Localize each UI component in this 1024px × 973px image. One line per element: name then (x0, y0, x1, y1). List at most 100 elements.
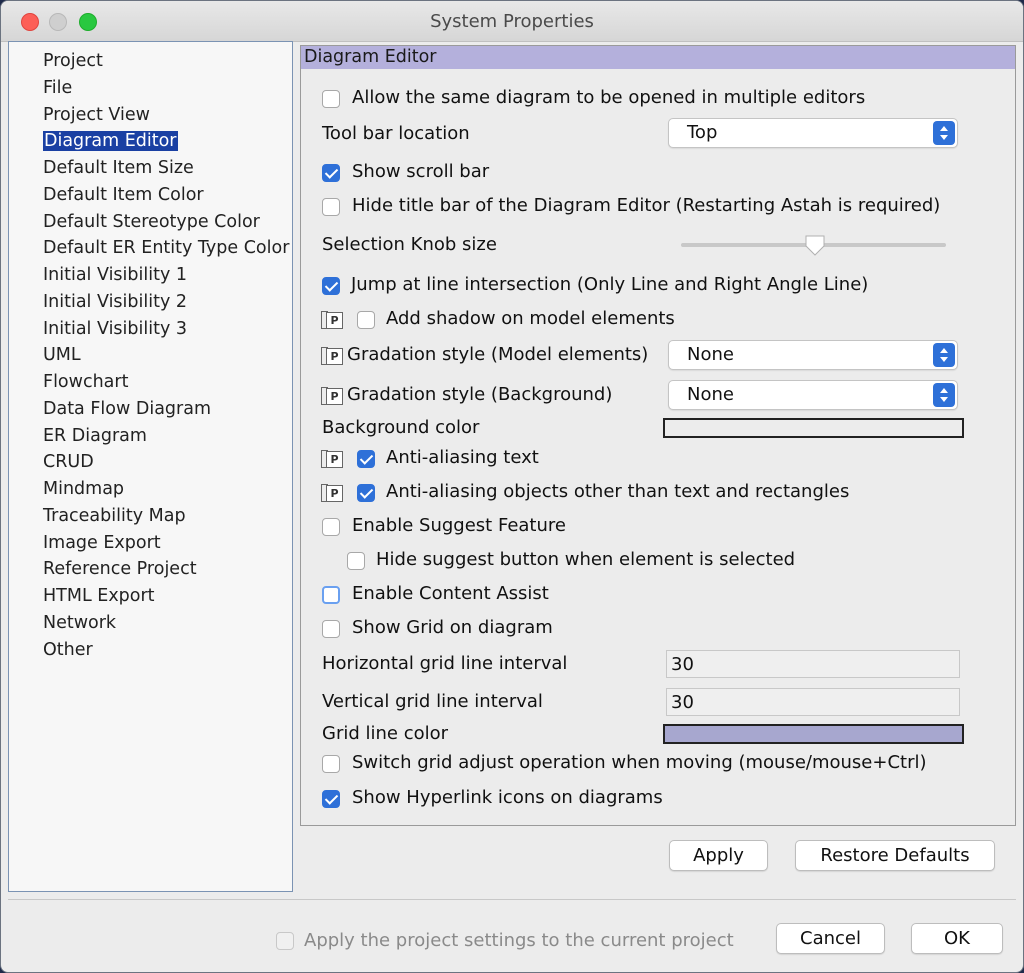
sidebar-item-label: Data Flow Diagram (43, 399, 211, 419)
sidebar-item-label: UML (43, 345, 81, 365)
sidebar-item-uml[interactable]: UML (9, 342, 292, 369)
sidebar-item-crud[interactable]: CRUD (9, 449, 292, 476)
project-setting-icon (321, 347, 343, 365)
sidebar-item-label: Network (43, 613, 116, 633)
footer-divider (8, 899, 1016, 900)
selection-knob-slider-thumb[interactable] (804, 234, 826, 256)
restore-defaults-button[interactable]: Restore Defaults (795, 840, 995, 871)
hide-title-bar-label: Hide title bar of the Diagram Editor (Re… (352, 195, 940, 216)
chevron-updown-icon (933, 383, 955, 407)
sidebar-item-other[interactable]: Other (9, 637, 292, 664)
apply-project-settings-label: Apply the project settings to the curren… (304, 930, 734, 951)
chevron-updown-icon (933, 343, 955, 367)
sidebar-item-image-export[interactable]: Image Export (9, 530, 292, 557)
anti-alias-objects-label: Anti-aliasing objects other than text an… (386, 481, 849, 502)
project-setting-icon (321, 450, 343, 468)
sidebar-item-label: Default ER Entity Type Color (43, 238, 289, 258)
allow-same-diagram-label: Allow the same diagram to be opened in m… (352, 87, 865, 108)
enable-suggest-checkbox[interactable] (322, 518, 340, 536)
jump-line-label: Jump at line intersection (Only Line and… (351, 274, 868, 295)
apply-project-settings-checkbox[interactable] (276, 932, 294, 950)
gradation-bg-value: None (687, 384, 734, 405)
v-grid-input[interactable] (667, 689, 959, 715)
sidebar-item-er-diagram[interactable]: ER Diagram (9, 423, 292, 450)
ok-button[interactable]: OK (911, 923, 1003, 954)
selection-knob-label: Selection Knob size (322, 234, 497, 255)
gradation-bg-select[interactable]: None (668, 380, 958, 410)
show-hyperlink-checkbox[interactable] (322, 790, 340, 808)
gradation-model-select[interactable]: None (668, 340, 958, 370)
anti-alias-text-checkbox[interactable] (357, 450, 375, 468)
v-grid-label: Vertical grid line interval (322, 691, 543, 712)
sidebar-item-html-export[interactable]: HTML Export (9, 583, 292, 610)
hide-suggest-label: Hide suggest button when element is sele… (376, 549, 795, 570)
grid-color-swatch[interactable] (663, 724, 964, 744)
switch-grid-label: Switch grid adjust operation when moving… (352, 752, 927, 773)
sidebar-item-data-flow-diagram[interactable]: Data Flow Diagram (9, 396, 292, 423)
sidebar-item-label: File (43, 78, 72, 98)
anti-alias-objects-checkbox[interactable] (357, 484, 375, 502)
panel-header: Diagram Editor (301, 46, 1015, 69)
sidebar-item-default-item-color[interactable]: Default Item Color (9, 182, 292, 209)
hide-suggest-checkbox[interactable] (347, 552, 365, 570)
sidebar-item-mindmap[interactable]: Mindmap (9, 476, 292, 503)
sidebar-item-label: HTML Export (43, 586, 155, 606)
show-hyperlink-label: Show Hyperlink icons on diagrams (352, 787, 663, 808)
background-color-swatch[interactable] (663, 418, 964, 438)
sidebar-item-file[interactable]: File (9, 75, 292, 102)
h-grid-label: Horizontal grid line interval (322, 653, 567, 674)
sidebar-item-traceability-map[interactable]: Traceability Map (9, 503, 292, 530)
toolbar-location-value: Top (687, 122, 717, 143)
switch-grid-checkbox[interactable] (322, 755, 340, 773)
system-properties-window: System Properties Project File Project Vie… (0, 0, 1024, 973)
title-bar: System Properties (1, 1, 1023, 42)
anti-alias-text-label: Anti-aliasing text (386, 447, 539, 468)
sidebar-item-project-view[interactable]: Project View (9, 102, 292, 129)
toolbar-location-label: Tool bar location (322, 123, 470, 144)
hide-title-bar-checkbox[interactable] (322, 198, 340, 216)
sidebar-item-project[interactable]: Project (9, 48, 292, 75)
cancel-button[interactable]: Cancel (776, 923, 885, 954)
sidebar-item-label: Project (43, 51, 103, 71)
v-grid-field[interactable] (666, 688, 960, 716)
show-scroll-bar-label: Show scroll bar (352, 161, 489, 182)
sidebar-item-default-stereotype-color[interactable]: Default Stereotype Color (9, 209, 292, 236)
enable-suggest-label: Enable Suggest Feature (352, 515, 566, 536)
sidebar-item-initial-visibility-1[interactable]: Initial Visibility 1 (9, 262, 292, 289)
h-grid-field[interactable] (666, 650, 960, 678)
sidebar-item-initial-visibility-3[interactable]: Initial Visibility 3 (9, 316, 292, 343)
sidebar-item-default-er-entity-type-color[interactable]: Default ER Entity Type Color (9, 235, 292, 262)
sidebar-item-label: Initial Visibility 2 (43, 292, 187, 312)
diagram-editor-panel: Diagram Editor Allow the same diagram to… (300, 45, 1016, 826)
category-sidebar: Project File Project ViewDiagram Editor Def… (8, 41, 293, 892)
show-scroll-bar-checkbox[interactable] (322, 164, 340, 182)
enable-content-assist-label: Enable Content Assist (352, 583, 549, 604)
sidebar-item-label: Initial Visibility 3 (43, 319, 187, 339)
allow-same-diagram-checkbox[interactable] (322, 90, 340, 108)
sidebar-item-label: Default Item Color (43, 185, 204, 205)
sidebar-item-diagram-editor[interactable]: Diagram Editor (9, 128, 292, 155)
sidebar-item-label: Initial Visibility 1 (43, 265, 187, 285)
background-color-label: Background color (322, 417, 479, 438)
enable-content-assist-checkbox[interactable] (322, 586, 340, 604)
gradation-bg-label: Gradation style (Background) (347, 384, 612, 405)
gradation-model-value: None (687, 344, 734, 365)
jump-line-checkbox[interactable] (322, 277, 340, 295)
sidebar-item-default-item-size[interactable]: Default Item Size (9, 155, 292, 182)
sidebar-item-reference-project[interactable]: Reference Project (9, 556, 292, 583)
add-shadow-checkbox[interactable] (357, 311, 375, 329)
apply-button[interactable]: Apply (669, 840, 768, 871)
chevron-updown-icon (933, 121, 955, 145)
show-grid-checkbox[interactable] (322, 620, 340, 638)
sidebar-item-network[interactable]: Network (9, 610, 292, 637)
project-setting-icon (321, 311, 343, 329)
sidebar-item-initial-visibility-2[interactable]: Initial Visibility 2 (9, 289, 292, 316)
h-grid-input[interactable] (667, 651, 959, 677)
sidebar-item-label: Diagram Editor (43, 131, 178, 151)
gradation-model-label: Gradation style (Model elements) (347, 344, 648, 365)
sidebar-item-label: Reference Project (43, 559, 197, 579)
toolbar-location-select[interactable]: Top (668, 118, 958, 148)
add-shadow-label: Add shadow on model elements (386, 308, 675, 329)
sidebar-item-flowchart[interactable]: Flowchart (9, 369, 292, 396)
show-grid-label: Show Grid on diagram (352, 617, 553, 638)
